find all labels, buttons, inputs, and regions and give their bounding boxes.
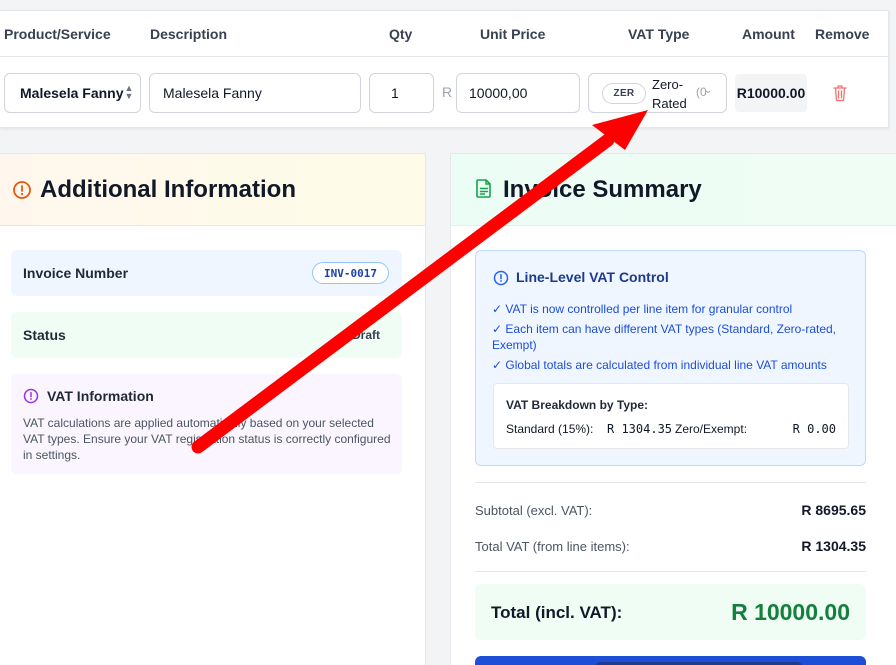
header-unit-price: Unit Price [480,26,546,42]
qty-value: 1 [391,85,399,101]
vat-control-list: ✓ VAT is now controlled per line item fo… [492,301,852,377]
standard-vat-label: Standard (15%): [506,422,594,436]
vat-type-label: Zero-Rated [652,77,687,111]
table-header: Product/Service Description Qty Unit Pri… [0,11,888,57]
table-row: Malesela Fanny ▲ ▼ Malesela Fanny 1 R 100… [0,57,888,129]
status-row: Status Draft [11,312,402,358]
currency-prefix: R [442,84,453,100]
status-badge: Draft [351,328,380,342]
grand-total-value: R 10000.00 [731,599,850,625]
divider [475,571,866,572]
trash-icon[interactable] [833,84,847,102]
product-select[interactable]: Malesela Fanny ▲ ▼ [4,73,141,113]
vat-breakdown-title: VAT Breakdown by Type: [506,398,649,412]
zero-exempt-value: R 0.00 [792,422,836,436]
total-vat-row: Total VAT (from line items): R 1304.35 [475,538,866,554]
status-label: Status [23,327,66,343]
additional-information-header: Additional Information [0,154,425,226]
unit-price-input[interactable]: 10000,00 [456,73,580,113]
divider [475,482,866,483]
subtotal-row: Subtotal (excl. VAT): R 8695.65 [475,502,866,518]
zero-exempt-label: Zero/Exempt: [675,422,748,436]
line-level-vat-control-box: Line-Level VAT Control ✓ VAT is now cont… [475,250,866,466]
vat-type-select[interactable]: ZER Zero-Rated (0 ⌄ [588,73,727,113]
info-icon [493,270,509,286]
chevron-down-icon: ⌄ [704,85,713,96]
subtotal-value: R 8695.65 [801,502,866,518]
vat-information-title: VAT Information [47,388,154,404]
select-updown-icon: ▲ ▼ [124,83,134,101]
line-level-vat-control-title: Line-Level VAT Control [516,269,669,285]
header-vat-type: VAT Type [628,26,690,42]
list-item: ✓ Global totals are calculated from indi… [492,358,827,372]
invoice-summary-card: Invoice Summary Line-Level VAT Control ✓… [450,153,896,665]
info-icon [13,181,31,199]
additional-information-title: Additional Information [40,176,296,203]
standard-vat-value: R 1304.35 [607,422,673,436]
invoice-summary-title: Invoice Summary [503,176,702,203]
vat-information-text: VAT calculations are applied automatical… [23,416,391,462]
grand-total-box: Total (incl. VAT): R 10000.00 [475,584,866,640]
total-vat-label: Total VAT (from line items): [475,539,630,554]
invoice-number-row: Invoice Number INV-0017 [11,250,402,296]
additional-information-card: Additional Information Invoice Number IN… [0,153,426,665]
total-vat-value: R 1304.35 [801,538,866,554]
invoice-summary-header: Invoice Summary [451,154,896,226]
vat-breakdown-box: VAT Breakdown by Type: Standard (15%): R… [493,383,849,449]
document-icon [476,179,491,198]
line-amount-value: R10000.00 [736,85,806,101]
vat-information-box: VAT Information VAT calculations are app… [11,374,402,474]
invoice-number-badge: INV-0017 [312,262,389,284]
header-amount: Amount [742,26,795,42]
list-item: ✓ Each item can have different VAT types… [492,322,837,352]
invoice-number-label: Invoice Number [23,265,129,281]
description-input[interactable]: Malesela Fanny [149,73,361,113]
info-icon [23,388,39,404]
primary-action-button[interactable] [475,656,866,665]
product-select-value: Malesela Fanny [20,85,124,101]
list-item: ✓ VAT is now controlled per line item fo… [492,302,793,316]
description-value: Malesela Fanny [163,85,262,101]
line-items-table: Product/Service Description Qty Unit Pri… [0,10,889,128]
line-amount: R10000.00 [735,74,807,112]
header-description: Description [150,26,228,42]
subtotal-label: Subtotal (excl. VAT): [475,503,593,518]
header-qty: Qty [389,26,413,42]
header-remove: Remove [815,26,870,42]
header-product: Product/Service [4,26,111,42]
grand-total-label: Total (incl. VAT): [491,603,623,622]
vat-type-badge: ZER [602,83,646,104]
unit-price-value: 10000,00 [469,85,528,101]
qty-input[interactable]: 1 [369,73,434,113]
